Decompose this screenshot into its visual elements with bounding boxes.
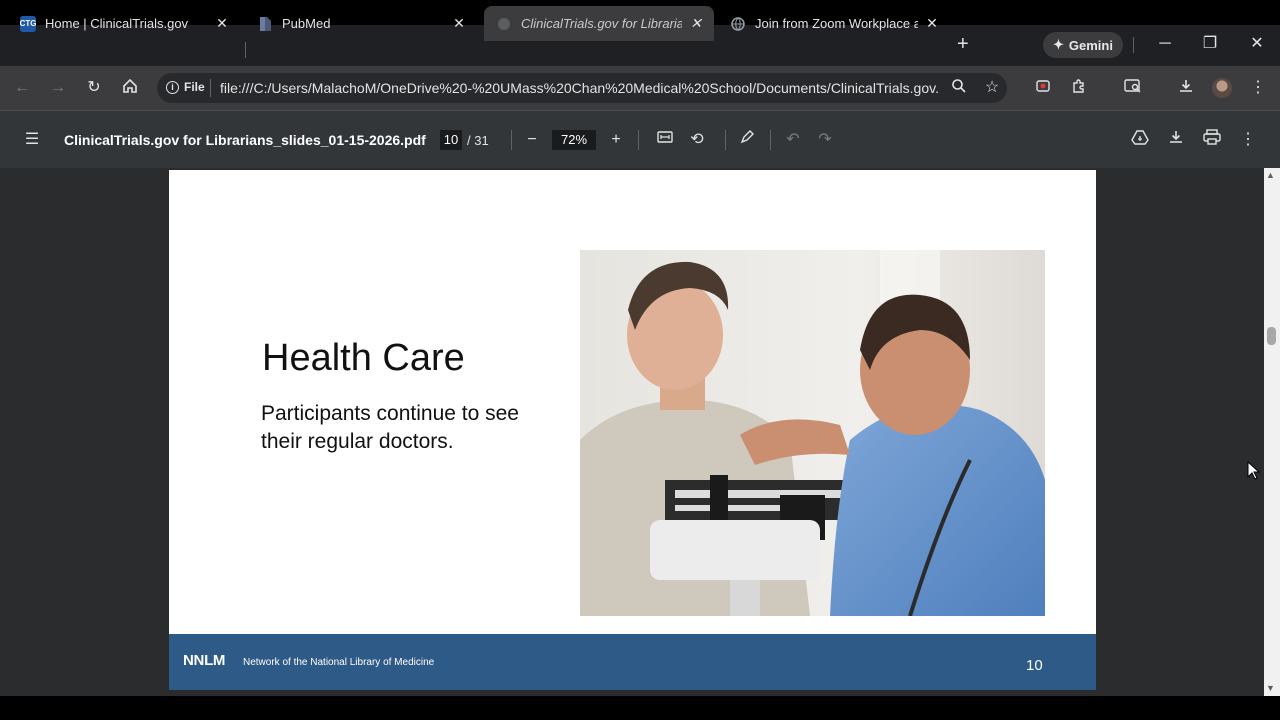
site-info-chip[interactable]: i File — [166, 80, 205, 94]
tab-pubmed[interactable]: PubMed ✕ — [245, 6, 477, 41]
zoom-search-icon[interactable] — [949, 78, 969, 98]
rotate-icon[interactable]: ⟲ — [686, 129, 708, 151]
new-tab-button[interactable]: + — [957, 34, 969, 54]
zoom-level-input[interactable]: 72% — [552, 130, 596, 150]
close-tab-icon[interactable]: ✕ — [214, 15, 230, 32]
toolbar-separator — [1133, 37, 1134, 53]
close-tab-icon[interactable]: ✕ — [924, 15, 940, 32]
redo-icon[interactable]: ↷ — [814, 129, 836, 151]
sidebar-menu-icon[interactable]: ☰ — [21, 129, 43, 151]
toolbar-separator — [770, 130, 771, 150]
close-tab-icon[interactable]: ✕ — [688, 15, 704, 32]
zoom-in-icon[interactable]: + — [605, 129, 627, 151]
close-tab-icon[interactable]: ✕ — [451, 15, 467, 32]
forward-icon[interactable]: → — [48, 78, 68, 98]
address-divider — [210, 79, 211, 97]
reload-icon[interactable]: ↻ — [84, 78, 104, 98]
tab-zoom[interactable]: Join from Zoom Workplace app ✕ — [718, 6, 950, 41]
toolbar-separator — [638, 130, 639, 150]
bookmark-star-icon[interactable]: ☆ — [982, 78, 1002, 98]
profile-avatar[interactable] — [1212, 78, 1232, 98]
mouse-cursor-icon — [1247, 460, 1261, 486]
nnlm-logo: NNLM — [183, 652, 226, 669]
home-icon[interactable] — [120, 78, 140, 98]
pdf-more-icon[interactable]: ⋮ — [1237, 129, 1259, 151]
gemini-sparkle-icon: ✦ — [1053, 37, 1064, 52]
tab-separator — [245, 42, 246, 58]
scroll-down-icon[interactable]: ▼ — [1266, 683, 1275, 693]
page-number-input[interactable]: 10 — [440, 130, 462, 150]
url-text[interactable]: file:///C:/Users/MalachoM/OneDrive%20-%2… — [220, 80, 940, 96]
browser-menu-icon[interactable]: ⋮ — [1248, 78, 1268, 98]
scheme-label: File — [184, 80, 205, 94]
scrollbar-thumb[interactable] — [1267, 327, 1276, 345]
scroll-up-icon[interactable]: ▲ — [1266, 170, 1275, 180]
pdf-filename: ClinicalTrials.gov for Librarians_slides… — [64, 132, 426, 148]
extensions-puzzle-icon[interactable] — [1069, 78, 1089, 98]
tab-title: Join from Zoom Workplace app — [755, 16, 918, 31]
gemini-label: Gemini — [1068, 37, 1113, 53]
download-icon[interactable] — [1176, 78, 1196, 98]
browser-window: CTG Home | ClinicalTrials.gov ✕ PubMed ✕… — [0, 0, 1280, 720]
pubmed-icon — [257, 16, 273, 32]
globe-icon — [730, 16, 746, 32]
toolbar-separator — [511, 130, 512, 150]
slide-page-number: 10 — [1026, 657, 1043, 674]
slide-body: Participants continue to see their regul… — [261, 402, 519, 453]
scrollbar[interactable] — [1264, 168, 1280, 696]
undo-icon[interactable]: ↶ — [782, 129, 804, 151]
page-total: / 31 — [467, 133, 489, 148]
slide-photo-doctor-patient — [580, 250, 1045, 616]
tab-clinicaltrials-home[interactable]: CTG Home | ClinicalTrials.gov ✕ — [8, 6, 240, 41]
save-to-drive-icon[interactable] — [1129, 129, 1151, 151]
pdf-download-icon[interactable] — [1165, 129, 1187, 151]
tab-title: ClinicalTrials.gov for Librarians — [521, 16, 682, 31]
restore-icon[interactable]: ❐ — [1200, 34, 1220, 54]
back-icon[interactable]: ← — [12, 78, 32, 98]
slide-title: Health Care — [262, 337, 465, 379]
minimize-icon[interactable]: ─ — [1155, 34, 1175, 54]
fit-page-icon[interactable] — [654, 129, 676, 151]
gemini-button[interactable]: ✦ Gemini — [1043, 32, 1123, 58]
zoom-out-icon[interactable]: − — [521, 129, 543, 151]
tab-clinicaltrials-librarians[interactable]: ClinicalTrials.gov for Librarians ✕ — [484, 6, 714, 41]
info-icon: i — [166, 80, 179, 94]
print-icon[interactable] — [1201, 129, 1223, 151]
tab-title: Home | ClinicalTrials.gov — [45, 16, 189, 31]
footer-organization-text: Network of the National Library of Medic… — [243, 657, 435, 668]
tab-title: PubMed — [282, 16, 331, 31]
extension-icon[interactable] — [1033, 78, 1053, 98]
bottom-edge — [0, 696, 1280, 720]
tab-search-icon[interactable] — [1123, 78, 1143, 98]
loading-icon — [496, 16, 512, 32]
ctg-favicon-icon: CTG — [20, 15, 36, 32]
close-window-icon[interactable]: ✕ — [1247, 34, 1267, 54]
annotate-pen-icon[interactable] — [736, 129, 758, 151]
toolbar-separator — [725, 130, 726, 150]
